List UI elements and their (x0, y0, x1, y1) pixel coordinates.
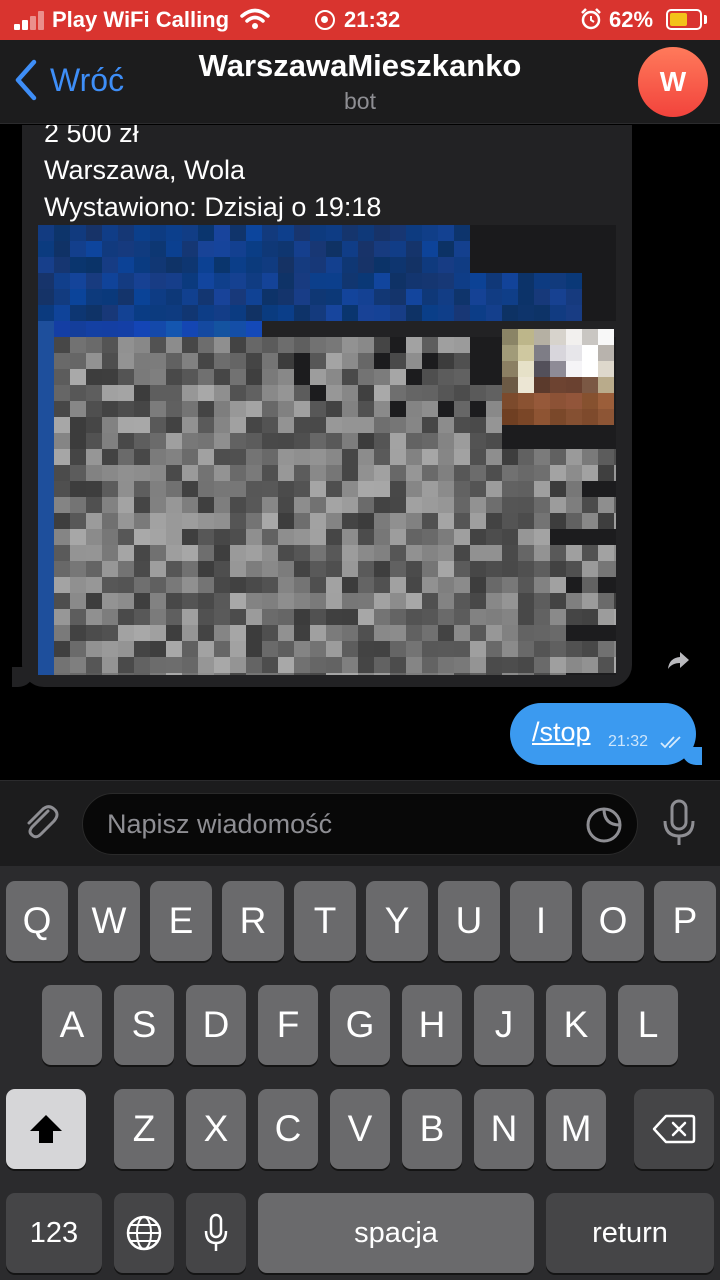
shift-key[interactable] (6, 1089, 86, 1169)
incoming-message[interactable]: 2 500 zł Warszawa, Wola Wystawiono: Dzis… (12, 125, 632, 687)
battery-icon (666, 9, 702, 30)
back-button[interactable]: Wróć (12, 58, 124, 102)
key-a[interactable]: A (42, 985, 102, 1065)
key-p[interactable]: P (654, 881, 716, 961)
key-q[interactable]: Q (6, 881, 68, 961)
composer-bar (0, 780, 720, 866)
bubble-tail (12, 667, 34, 687)
key-u[interactable]: U (438, 881, 500, 961)
signal-icon (14, 10, 46, 30)
status-bar: Play WiFi Calling 21:32 62% (0, 0, 720, 40)
outgoing-message[interactable]: /stop 21:32 (510, 703, 702, 765)
dictation-key[interactable] (186, 1193, 246, 1273)
key-z[interactable]: Z (114, 1089, 174, 1169)
pixelated-preview-image[interactable] (38, 225, 616, 675)
message-line-price: 2 500 zł (44, 125, 139, 148)
key-k[interactable]: K (546, 985, 606, 1065)
chevron-left-icon (15, 59, 37, 101)
key-d[interactable]: D (186, 985, 246, 1065)
microphone-icon (204, 1213, 228, 1251)
globe-key[interactable] (114, 1193, 174, 1273)
keyboard: Q W E R T Y U I O P A S D F G H J K L Z … (0, 866, 720, 1280)
key-x[interactable]: X (186, 1089, 246, 1169)
key-m[interactable]: M (546, 1089, 606, 1169)
message-line-location: Warszawa, Wola (44, 155, 246, 185)
message-text: 2 500 zł Warszawa, Wola Wystawiono: Dzis… (44, 125, 381, 226)
message-line-posted: Wystawiono: Dzisiaj o 19:18 (44, 192, 382, 222)
key-i[interactable]: I (510, 881, 572, 961)
key-l[interactable]: L (618, 985, 678, 1065)
backspace-icon (652, 1114, 696, 1144)
message-input[interactable] (107, 794, 567, 854)
key-o[interactable]: O (582, 881, 644, 961)
key-v[interactable]: V (330, 1089, 390, 1169)
key-j[interactable]: J (474, 985, 534, 1065)
message-time: 21:32 (608, 733, 649, 750)
back-label: Wróć (50, 61, 125, 98)
avatar[interactable]: W (638, 47, 708, 117)
key-w[interactable]: W (78, 881, 140, 961)
chat-header: Wróć WarszawaMieszkanko bot W (0, 40, 720, 124)
outgoing-text[interactable]: /stop (532, 717, 591, 748)
sticker-icon[interactable] (585, 806, 623, 844)
key-e[interactable]: E (150, 881, 212, 961)
battery-percent: 62% (609, 7, 654, 32)
key-h[interactable]: H (402, 985, 462, 1065)
battery-tip (704, 15, 707, 24)
microphone-icon[interactable] (660, 799, 698, 847)
wifi-icon (240, 8, 270, 29)
key-f[interactable]: F (258, 985, 318, 1065)
space-key[interactable]: spacja (258, 1193, 534, 1273)
read-checkmarks-icon (660, 736, 681, 749)
shift-arrow-icon (30, 1115, 62, 1143)
key-s[interactable]: S (114, 985, 174, 1065)
share-arrow-icon[interactable] (660, 643, 696, 679)
carrier-label: Play WiFi Calling (52, 7, 230, 32)
alarm-icon (581, 8, 601, 30)
globe-icon (126, 1215, 162, 1251)
bubble-tail (682, 747, 702, 765)
key-t[interactable]: T (294, 881, 356, 961)
chat-title: WarszawaMieszkanko (198, 48, 522, 83)
paperclip-icon[interactable] (18, 799, 64, 845)
key-r[interactable]: R (222, 881, 284, 961)
key-n[interactable]: N (474, 1089, 534, 1169)
key-g[interactable]: G (330, 985, 390, 1065)
key-y[interactable]: Y (366, 881, 428, 961)
key-b[interactable]: B (402, 1089, 462, 1169)
status-time: 21:32 (344, 7, 401, 32)
chat-title-area[interactable]: WarszawaMieszkanko bot (160, 48, 560, 115)
key-c[interactable]: C (258, 1089, 318, 1169)
return-key[interactable]: return (546, 1193, 714, 1273)
message-field[interactable] (82, 793, 638, 855)
chat-subtitle: bot (344, 88, 376, 114)
location-icon (315, 10, 335, 30)
message-list[interactable]: 2 500 zł Warszawa, Wola Wystawiono: Dzis… (0, 125, 720, 780)
numbers-key[interactable]: 123 (6, 1193, 102, 1273)
backspace-key[interactable] (634, 1089, 714, 1169)
